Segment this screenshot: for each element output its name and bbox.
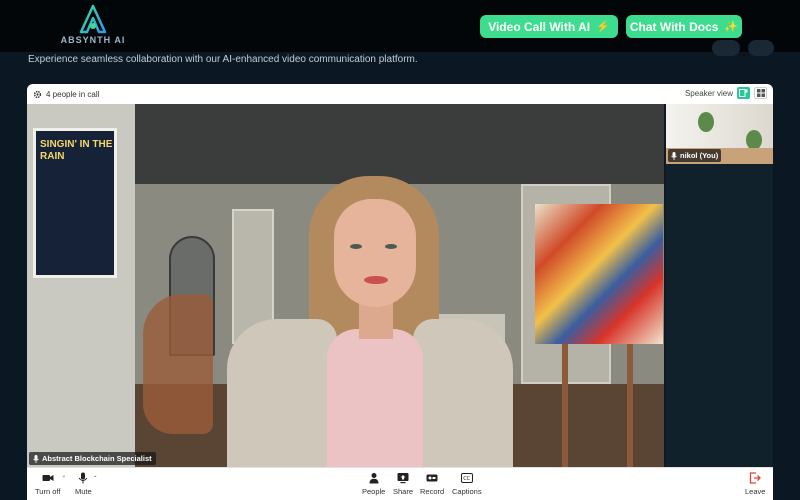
call-header: 4 people in call Speaker view xyxy=(27,84,773,104)
view-toggle: Speaker view xyxy=(685,87,767,99)
room-ceiling xyxy=(135,104,664,184)
camera-toggle-label: Turn off xyxy=(35,487,61,496)
brand-logo[interactable]: ABSYNTH AI xyxy=(58,4,128,50)
speaker-shirt xyxy=(327,329,423,467)
people-label: People xyxy=(362,487,386,496)
speaker-lips xyxy=(364,276,388,284)
grid-view-icon xyxy=(756,89,765,97)
speaker-view-icon xyxy=(739,89,748,97)
plant xyxy=(746,130,762,150)
microphone-icon xyxy=(671,151,677,160)
speaker-eye xyxy=(385,244,397,249)
plant xyxy=(698,112,714,132)
person-icon xyxy=(369,473,379,484)
svg-text:CC: CC xyxy=(463,476,470,482)
poster-title: SINGIN' IN THE RAIN xyxy=(40,139,113,162)
video-call-ai-button[interactable]: Video Call With AI ⚡ xyxy=(480,15,618,38)
mute-button[interactable]: Mute ⌄ xyxy=(75,472,98,496)
video-camera-icon xyxy=(42,475,54,481)
painting-canvas xyxy=(535,204,663,344)
record-label: Record xyxy=(420,487,445,496)
top-nav: ABSYNTH AI Video Call With AI ⚡ Chat Wit… xyxy=(0,0,800,52)
people-in-call-count: 4 people in call xyxy=(46,89,100,99)
hero-subtitle: Experience seamless collaboration with o… xyxy=(28,54,418,65)
gear-icon[interactable] xyxy=(33,90,42,99)
lightning-icon: ⚡ xyxy=(596,21,610,33)
leave-call-button[interactable]: Leave xyxy=(745,472,765,496)
captions-label: Captions xyxy=(452,487,482,496)
video-call-panel: 4 people in call Speaker view SINGIN' IN… xyxy=(27,84,773,500)
sparkles-icon: ✨ xyxy=(724,21,739,33)
closed-captions-icon: CC xyxy=(460,473,473,483)
ghost-decoration xyxy=(748,40,774,56)
leave-icon xyxy=(750,472,762,484)
video-call-ai-label: Video Call With AI xyxy=(488,19,591,34)
speaker-face xyxy=(334,199,416,307)
microphone-icon xyxy=(78,472,88,484)
captions-button[interactable]: CC Captions xyxy=(452,472,482,496)
people-button[interactable]: People xyxy=(362,472,385,496)
chevron-down-icon[interactable]: ⌄ xyxy=(61,472,66,479)
speaker-view-button[interactable] xyxy=(737,87,750,99)
mute-label: Mute xyxy=(75,487,92,496)
speaker-eye xyxy=(350,244,362,249)
participant-sidebar xyxy=(666,164,773,467)
camera-toggle-button[interactable]: Turn off ⌄ xyxy=(35,472,66,496)
call-controls: Turn off ⌄ Mute ⌄ People Share Record CC… xyxy=(27,467,773,500)
speaker-jacket xyxy=(227,319,337,467)
main-participant-tag: Abstract Blockchain Specialist xyxy=(29,452,156,465)
self-participant-name: nikol (You) xyxy=(680,151,719,160)
absynth-logo-icon xyxy=(79,4,107,34)
share-screen-icon xyxy=(397,473,409,484)
speaker-jacket xyxy=(413,319,513,467)
video-stage: SINGIN' IN THE RAIN Abstract Blockchain … xyxy=(27,104,773,467)
wall-poster: SINGIN' IN THE RAIN xyxy=(33,128,117,278)
chat-with-docs-button[interactable]: Chat With Docs ✨ xyxy=(626,15,742,38)
easel-leg xyxy=(562,334,568,467)
leave-label: Leave xyxy=(745,487,766,496)
record-button[interactable]: Record xyxy=(420,472,444,496)
self-participant-tag: nikol (You) xyxy=(668,149,722,162)
record-icon xyxy=(426,474,438,482)
chat-with-docs-label: Chat With Docs xyxy=(629,19,719,34)
easel-leg xyxy=(627,334,633,467)
grid-view-button[interactable] xyxy=(754,87,767,99)
main-participant-name: Abstract Blockchain Specialist xyxy=(42,454,152,463)
self-view-video[interactable]: nikol (You) xyxy=(666,104,773,164)
butterfly-chair xyxy=(143,294,213,434)
share-button[interactable]: Share xyxy=(393,472,413,496)
view-mode-label: Speaker view xyxy=(684,88,733,98)
ghost-decoration xyxy=(712,40,740,56)
chevron-down-icon[interactable]: ⌄ xyxy=(93,472,98,479)
logo-text: ABSYNTH AI xyxy=(60,35,126,45)
share-label: Share xyxy=(393,487,414,496)
microphone-icon xyxy=(33,454,39,463)
main-speaker-video[interactable]: SINGIN' IN THE RAIN Abstract Blockchain … xyxy=(27,104,664,467)
